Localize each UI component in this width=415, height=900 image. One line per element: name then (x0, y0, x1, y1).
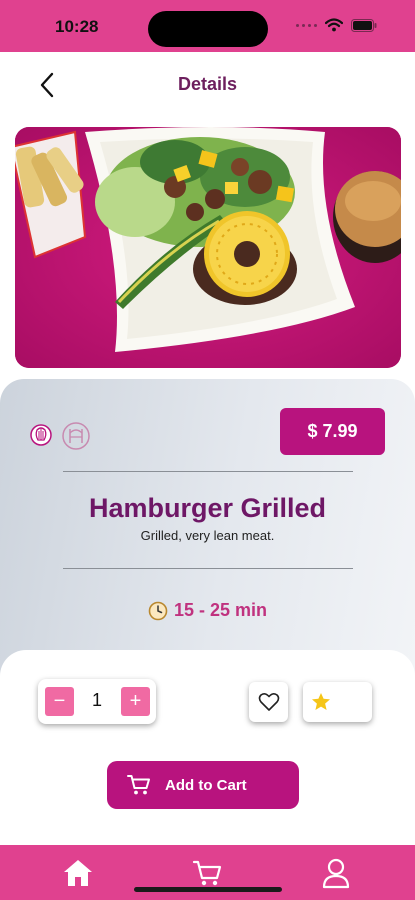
status-time: 10:28 (55, 17, 99, 36)
increase-quantity-button[interactable]: + (121, 687, 150, 716)
heart-icon (258, 693, 279, 711)
quantity-stepper: − 1 + (38, 679, 156, 724)
prep-time-text: 15 - 25 min (173, 600, 268, 620)
status-icons (296, 18, 377, 32)
battery-icon (351, 18, 377, 32)
tab-profile[interactable] (316, 853, 356, 893)
divider-bottom (63, 568, 353, 569)
price-button[interactable]: $ 7.99 (280, 408, 385, 455)
prep-time: 15 - 25 min (0, 600, 415, 621)
wifi-icon (325, 18, 343, 32)
lettuce-badge-icon (30, 424, 52, 446)
cart-icon (127, 775, 150, 795)
product-name: Hamburger Grilled (88, 493, 327, 523)
food-dome-badge-icon (62, 422, 90, 450)
dynamic-island (148, 11, 268, 47)
product-image (15, 127, 401, 368)
quantity-value: 1 (91, 690, 102, 710)
tab-home[interactable] (58, 853, 98, 893)
divider-top (63, 471, 353, 472)
add-to-cart-label: Add to Cart (165, 776, 247, 794)
decrease-quantity-button[interactable]: − (45, 687, 74, 716)
add-to-cart-button[interactable]: Add to Cart (107, 761, 299, 809)
home-icon (64, 860, 92, 886)
status-bar: 10:28 (0, 0, 415, 52)
favorite-button[interactable] (249, 682, 288, 722)
star-icon (312, 693, 330, 710)
cart-icon (192, 860, 222, 886)
home-indicator (134, 887, 282, 892)
product-description: Grilled, very lean meat. (140, 528, 275, 543)
user-icon (322, 858, 350, 889)
clock-icon (148, 601, 168, 620)
nav-header: Details (0, 52, 415, 118)
cellular-signal-icon (296, 23, 317, 27)
page-title: Details (177, 74, 238, 94)
rating-button[interactable] (303, 682, 372, 722)
